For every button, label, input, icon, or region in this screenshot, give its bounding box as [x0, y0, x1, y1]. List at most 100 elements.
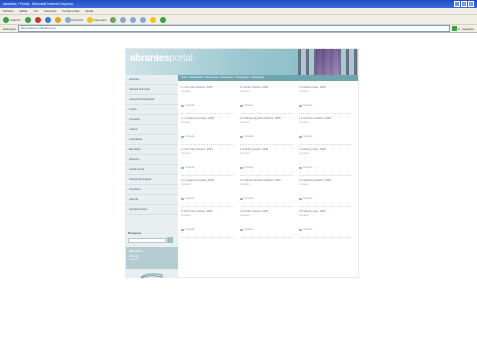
breadcrumb[interactable]: Início > Municípios > Municípios > Munic…	[178, 75, 358, 81]
search-button[interactable]: Procurar	[64, 16, 84, 23]
member-card-title[interactable]: 1.2 Pedro Santos, 2005	[240, 86, 297, 89]
member-card-link[interactable]: Consulte	[181, 104, 194, 107]
member-card-title[interactable]: 1.1 Rui Vaz Carreiro, 2005	[181, 86, 238, 89]
media-icon[interactable]	[110, 16, 117, 23]
member-card-title[interactable]: 2.1 Manuel da Silva Martins, 2005	[240, 179, 297, 182]
maximize-button[interactable]: □	[461, 1, 467, 7]
menu-edit[interactable]: Editar	[20, 9, 28, 13]
search-label: Procurar	[71, 17, 84, 22]
member-card: 2.5 Maria Lopes, 2005 Vereador Consulte	[299, 210, 356, 241]
sidebar-item[interactable]: Desporto	[126, 155, 178, 165]
member-card-title[interactable]: 2.3 Rui Vaz Carreiro, 2005	[181, 210, 238, 213]
window-controls: _ □ x	[454, 1, 474, 7]
member-card-link[interactable]: Consulte	[181, 197, 194, 200]
menu-help[interactable]: Ajuda	[85, 9, 93, 13]
footer-logo-icon	[140, 271, 164, 279]
member-card-title[interactable]: 1.7 Rui Vaz Carreiro, 2005	[181, 148, 238, 151]
member-card-title[interactable]: 2.4 Pedro Santos, 2005	[240, 210, 297, 213]
members-register-link[interactable]: Registar	[126, 258, 178, 261]
member-card-title[interactable]: 1.3 Maria Lopes, 2005	[299, 86, 356, 89]
member-card-title[interactable]: 1.5 Manuel da Silva Martins, 2005	[240, 117, 297, 120]
members-label: Membros	[129, 249, 143, 253]
member-card-link[interactable]: Consulte	[240, 228, 253, 231]
member-card-subtitle: Vereador	[181, 121, 191, 125]
minimize-button[interactable]: _	[454, 1, 460, 7]
links-button[interactable]: Ligações	[462, 27, 474, 31]
member-card: 2.3 Rui Vaz Carreiro, 2005 Vereador Consul…	[181, 210, 238, 241]
member-card-link[interactable]: Consulte	[240, 166, 253, 169]
search-input[interactable]	[128, 237, 166, 243]
print-icon[interactable]	[140, 16, 147, 23]
member-card-link[interactable]: Consulte	[299, 228, 312, 231]
member-card-subtitle: Vereador	[240, 152, 250, 156]
sidebar-item[interactable]: Juntas	[126, 105, 178, 115]
menu-bar: Ficheiro Editar Ver Favoritos Ferramenta…	[0, 8, 477, 15]
back-button[interactable]: Anterior	[3, 16, 21, 23]
member-card-link-label: Consulte	[244, 197, 254, 200]
member-card-link[interactable]: Consulte	[299, 135, 312, 138]
member-card-title[interactable]: 2.2 António Cordeiro, 2005	[299, 179, 356, 182]
go-button[interactable]: Ir	[452, 26, 460, 31]
members-grid: 1.1 Rui Vaz Carreiro, 2005 Vereador Consul…	[181, 86, 357, 241]
sidebar-item[interactable]: Assembleia Municipal	[126, 95, 178, 105]
sidebar-item[interactable]: Contactos	[126, 185, 178, 195]
refresh-icon[interactable]	[44, 16, 51, 23]
stop-icon[interactable]	[34, 16, 41, 23]
member-card-title[interactable]: 1.9 Maria Lopes, 2005	[299, 148, 356, 151]
back-arrow-icon	[3, 16, 9, 23]
search-submit-button[interactable]	[167, 237, 173, 243]
menu-tools[interactable]: Ferramentas	[62, 9, 79, 13]
arrow-icon	[299, 228, 302, 231]
member-card-link[interactable]: Consulte	[240, 104, 253, 107]
sidebar-item[interactable]: Acção Social	[126, 165, 178, 175]
mail-icon[interactable]	[130, 16, 137, 23]
messenger-icon[interactable]	[160, 16, 167, 23]
member-card-link[interactable]: Consulte	[240, 135, 253, 138]
sidebar-item[interactable]: Cultura	[126, 125, 178, 135]
member-card-link-label: Consulte	[185, 135, 195, 138]
address-input[interactable]: http://www.cm-abrantes.pt	[17, 25, 451, 32]
history-icon[interactable]	[120, 16, 127, 23]
sidebar-item[interactable]: Notícias Municipais	[126, 175, 178, 185]
forward-arrow-icon[interactable]	[24, 16, 31, 23]
member-card-link[interactable]: Consulte	[299, 197, 312, 200]
member-card-title[interactable]: 1.8 Pedro Santos, 2005	[240, 148, 297, 151]
site-logo[interactable]: abrantesportal	[130, 53, 193, 64]
sidebar-item[interactable]: Câmara Municipal	[126, 85, 178, 95]
member-card-link-label: Consulte	[185, 228, 195, 231]
menu-view[interactable]: Ver	[34, 9, 39, 13]
favorites-button[interactable]: Favoritos	[87, 16, 106, 23]
member-card: 1.2 Pedro Santos, 2005 Vereador Consulte	[240, 86, 297, 117]
sidebar-item[interactable]: Concelho	[126, 115, 178, 125]
member-card-title[interactable]: 2.5 Maria Lopes, 2005	[299, 210, 356, 213]
member-card-link[interactable]: Consulte	[240, 197, 253, 200]
member-card-title[interactable]: 1.4 Joaquim Cerveira, 2005	[181, 117, 238, 120]
member-card-link[interactable]: Consulte	[181, 166, 194, 169]
folder-icon[interactable]	[150, 16, 157, 23]
member-card-title[interactable]: 2.0 Joaquim Cerveira, 2005	[181, 179, 238, 182]
menu-file[interactable]: Ficheiro	[3, 9, 14, 13]
window-title: abrantes * Portal - Microsoft Internet E…	[3, 2, 74, 6]
sidebar-item[interactable]: Abrantes	[126, 75, 178, 85]
menu-favorites[interactable]: Favoritos	[44, 9, 56, 13]
sidebar-item[interactable]: Educação	[126, 145, 178, 155]
home-icon[interactable]	[54, 16, 61, 23]
member-card-subtitle: Vereador	[299, 214, 309, 218]
member-card-link[interactable]: Consulte	[181, 135, 194, 138]
member-card-subtitle: Vereador	[299, 121, 309, 125]
address-bar: Endereço http://www.cm-abrantes.pt Ir Li…	[0, 25, 477, 33]
member-card-title[interactable]: 1.6 António Cordeiro, 2005	[299, 117, 356, 120]
go-arrow-icon	[452, 26, 458, 31]
member-card-link[interactable]: Consulte	[181, 228, 194, 231]
members-panel: Membros Utilizador Registar	[126, 247, 178, 269]
sidebar-item[interactable]: Serviços Online	[126, 205, 178, 215]
close-button[interactable]: x	[468, 1, 474, 7]
member-card-link[interactable]: Consulte	[299, 166, 312, 169]
sidebar-item[interactable]: Agenda	[126, 195, 178, 205]
sidebar-item[interactable]: Actividades	[126, 135, 178, 145]
member-card-link-label: Consulte	[303, 228, 313, 231]
member-card-link[interactable]: Consulte	[299, 104, 312, 107]
member-card-subtitle: Vereador	[181, 90, 191, 94]
arrow-icon	[181, 104, 184, 107]
member-card-subtitle: Vereador	[240, 214, 250, 218]
